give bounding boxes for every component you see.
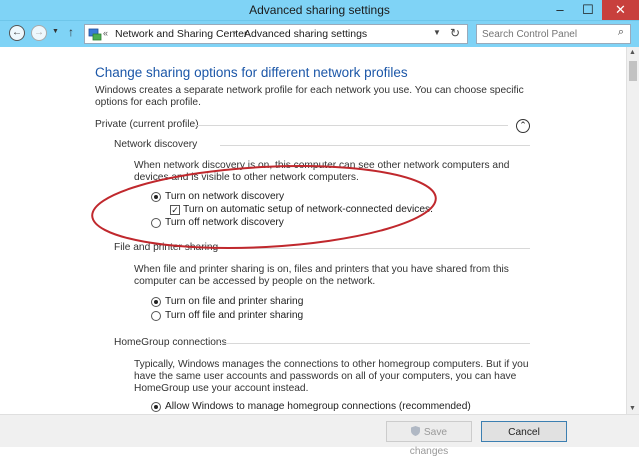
section-network-discovery-label: Network discovery <box>114 139 198 150</box>
minimize-button[interactable]: – <box>546 0 574 20</box>
label-turn-on-network-discovery[interactable]: Turn on network discovery <box>165 191 284 202</box>
uac-shield-icon <box>410 426 420 436</box>
network-discovery-description: When network discovery is on, this compu… <box>134 160 510 183</box>
scroll-down-icon[interactable]: ▼ <box>629 405 636 412</box>
breadcrumb-advanced-sharing[interactable]: Advanced sharing settings <box>244 28 367 40</box>
radio-turn-on-network-discovery[interactable] <box>151 192 161 202</box>
save-changes-button[interactable]: Save changes <box>386 421 472 457</box>
profile-header: Private (current profile) <box>95 119 199 130</box>
section-file-printer-sharing-label: File and printer sharing <box>114 242 219 253</box>
vertical-scrollbar[interactable]: ▲ ▼ <box>626 47 639 414</box>
radio-turn-off-network-discovery[interactable] <box>151 218 161 228</box>
address-dropdown-icon[interactable]: ▼ <box>433 28 441 37</box>
section-divider <box>220 343 530 344</box>
collapse-profile-button[interactable]: ⌃ <box>516 119 530 133</box>
scrollbar-thumb[interactable] <box>629 61 637 81</box>
label-turn-off-network-discovery[interactable]: Turn off network discovery <box>165 217 284 228</box>
up-button[interactable]: ↑ <box>68 25 74 39</box>
radio-turn-off-file-sharing[interactable] <box>151 311 161 321</box>
radio-turn-on-file-sharing[interactable] <box>151 297 161 307</box>
breadcrumb-network-sharing-center[interactable]: Network and Sharing Center <box>115 28 248 40</box>
breadcrumb-separator[interactable]: › <box>233 27 236 37</box>
forward-button[interactable]: → <box>31 25 47 41</box>
section-divider <box>220 145 530 146</box>
window-title: Advanced sharing settings <box>249 3 390 17</box>
file-printer-sharing-description: When file and printer sharing is on, fil… <box>134 264 509 287</box>
maximize-button[interactable]: ☐ <box>574 0 602 20</box>
homegroup-description: Typically, Windows manages the connectio… <box>134 359 529 394</box>
search-box[interactable]: ⌕ <box>476 24 631 44</box>
footer-bar: Save changes Cancel <box>0 414 639 457</box>
breadcrumb-overflow[interactable]: « <box>103 28 108 38</box>
refresh-icon[interactable]: ↻ <box>450 26 460 40</box>
section-homegroup-label: HomeGroup connections <box>114 337 227 348</box>
label-turn-on-file-sharing[interactable]: Turn on file and printer sharing <box>165 296 303 307</box>
address-bar[interactable]: « Network and Sharing Center › Advanced … <box>84 24 468 44</box>
navigation-bar: ← → ▼ ↑ « Network and Sharing Center › A… <box>0 21 639 47</box>
search-icon[interactable]: ⌕ <box>618 26 624 39</box>
back-button[interactable]: ← <box>9 25 25 41</box>
settings-content: Change sharing options for different net… <box>0 47 626 414</box>
intro-text: Windows creates a separate network profi… <box>95 85 524 108</box>
label-allow-windows-manage-homegroup[interactable]: Allow Windows to manage homegroup connec… <box>165 401 471 412</box>
section-divider <box>232 248 530 249</box>
radio-allow-windows-manage-homegroup[interactable] <box>151 402 161 412</box>
label-automatic-setup[interactable]: Turn on automatic setup of network-conne… <box>183 204 433 215</box>
page-title: Change sharing options for different net… <box>95 65 408 80</box>
scroll-up-icon[interactable]: ▲ <box>629 49 636 56</box>
control-panel-icon <box>88 28 102 41</box>
label-turn-off-file-sharing[interactable]: Turn off file and printer sharing <box>165 310 303 321</box>
title-bar: Advanced sharing settings – ☐ ✕ <box>0 0 639 21</box>
recent-locations-dropdown[interactable]: ▼ <box>52 28 59 35</box>
search-input[interactable] <box>477 25 607 43</box>
profile-divider <box>192 125 508 126</box>
close-button[interactable]: ✕ <box>602 0 639 20</box>
cancel-button[interactable]: Cancel <box>481 421 567 442</box>
checkbox-automatic-setup[interactable]: ✓ <box>170 205 180 215</box>
